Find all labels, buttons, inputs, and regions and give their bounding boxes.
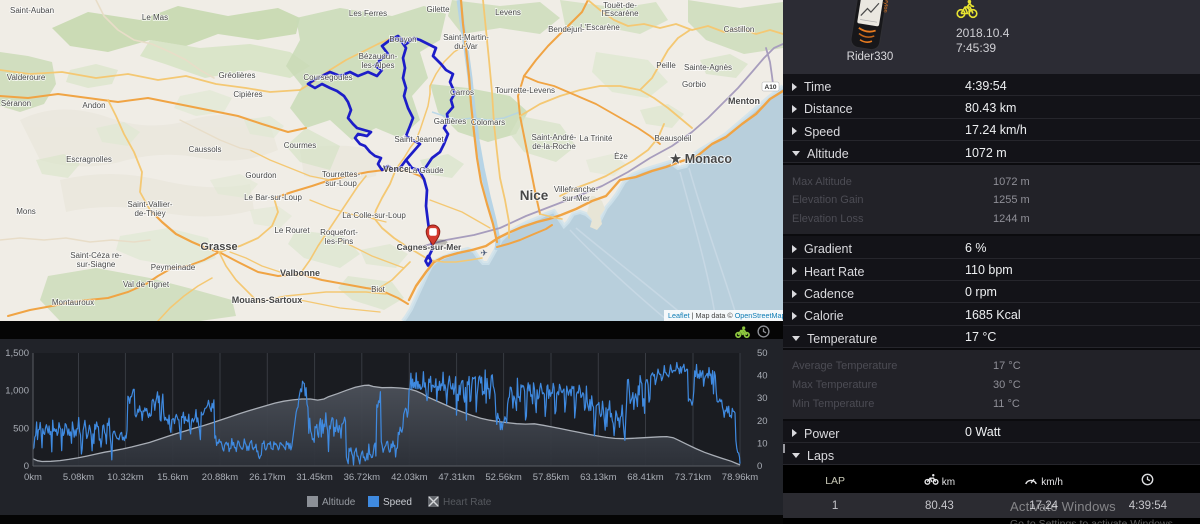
svg-text:57.85km: 57.85km xyxy=(533,472,570,483)
svg-text:63.13km: 63.13km xyxy=(580,472,617,483)
svg-text:Gorbio: Gorbio xyxy=(682,80,707,89)
svg-text:Bouyon: Bouyon xyxy=(389,35,416,44)
svg-text:Valderoure: Valderoure xyxy=(7,73,46,82)
svg-text:Cipières: Cipières xyxy=(233,90,262,99)
svg-text:Saint-Martin-: Saint-Martin- xyxy=(443,33,489,42)
svg-text:Biot: Biot xyxy=(371,285,386,294)
svg-text:Menton: Menton xyxy=(728,96,760,106)
svg-text:Leaflet | Map data © OpenStree: Leaflet | Map data © OpenStreetMap xyxy=(668,311,783,320)
svg-text:15.6km: 15.6km xyxy=(157,472,188,483)
svg-text:Gilette: Gilette xyxy=(426,5,450,14)
svg-text:Séranon: Séranon xyxy=(1,99,31,108)
svg-text:Gréolières: Gréolières xyxy=(219,71,256,80)
svg-text:42.03km: 42.03km xyxy=(391,472,428,483)
svg-text:Peymeinade: Peymeinade xyxy=(151,263,196,272)
svg-text:Roquefort-: Roquefort- xyxy=(320,228,358,237)
svg-text:sur-Mer: sur-Mer xyxy=(562,194,590,203)
svg-text:Mouans-Sartoux: Mouans-Sartoux xyxy=(232,295,303,305)
svg-text:Carros: Carros xyxy=(450,88,474,97)
svg-text:Gourdon: Gourdon xyxy=(245,171,276,180)
svg-text:Escragnolles: Escragnolles xyxy=(66,155,112,164)
svg-text:Bendejun: Bendejun xyxy=(548,25,582,34)
svg-text:Tourrettes-: Tourrettes- xyxy=(322,170,361,179)
svg-text:La Gaude: La Gaude xyxy=(408,166,444,175)
svg-text:l'Escarène: l'Escarène xyxy=(601,9,639,18)
svg-text:Levens: Levens xyxy=(495,8,521,17)
svg-text:Tourrette-Levens: Tourrette-Levens xyxy=(495,86,555,95)
svg-text:0: 0 xyxy=(757,461,762,472)
svg-text:26.17km: 26.17km xyxy=(249,472,286,483)
svg-text:Castillon: Castillon xyxy=(724,25,755,34)
svg-text:30: 30 xyxy=(757,393,768,404)
svg-text:Le Bar-sur-Loup: Le Bar-sur-Loup xyxy=(244,193,302,202)
svg-text:Heart Rate: Heart Rate xyxy=(443,497,492,508)
svg-text:✈: ✈ xyxy=(480,248,488,258)
svg-text:Gattières: Gattières xyxy=(434,117,466,126)
svg-text:Courmes: Courmes xyxy=(284,141,316,150)
svg-text:Saint-Jeannet: Saint-Jeannet xyxy=(394,135,444,144)
svg-text:Valbonne: Valbonne xyxy=(280,268,320,278)
svg-text:Èze: Èze xyxy=(614,152,628,161)
svg-text:sur-Loup: sur-Loup xyxy=(325,179,357,188)
svg-text:Grasse: Grasse xyxy=(200,241,237,253)
svg-text:36.72km: 36.72km xyxy=(344,472,381,483)
svg-text:Altitude: Altitude xyxy=(322,497,356,508)
svg-text:Le Mas: Le Mas xyxy=(142,13,168,22)
svg-text:les-Pins: les-Pins xyxy=(325,237,353,246)
svg-text:Le Rouret: Le Rouret xyxy=(274,226,310,235)
svg-text:500: 500 xyxy=(13,423,29,434)
svg-text:La Colle-sur-Loup: La Colle-sur-Loup xyxy=(342,211,406,220)
svg-text:★ Monaco: ★ Monaco xyxy=(670,152,732,166)
svg-text:Val de Tignet: Val de Tignet xyxy=(123,280,170,289)
svg-text:0km: 0km xyxy=(24,472,42,483)
svg-text:31.45km: 31.45km xyxy=(296,472,333,483)
svg-text:52.56km: 52.56km xyxy=(485,472,522,483)
svg-text:L'Escarène: L'Escarène xyxy=(580,23,620,32)
svg-text:Les Ferres: Les Ferres xyxy=(349,9,387,18)
svg-text:du-Var: du-Var xyxy=(454,42,478,51)
svg-text:Coursegoules: Coursegoules xyxy=(303,73,352,82)
svg-text:Saint-Céza re-: Saint-Céza re- xyxy=(70,251,122,260)
svg-text:Nice: Nice xyxy=(520,188,549,203)
svg-text:Sainte-Agnès: Sainte-Agnès xyxy=(684,63,732,72)
svg-text:20.88km: 20.88km xyxy=(202,472,239,483)
svg-text:de-la-Roche: de-la-Roche xyxy=(532,142,576,151)
svg-text:1,500: 1,500 xyxy=(5,348,29,359)
svg-text:A10: A10 xyxy=(765,84,777,91)
svg-text:les-Alpes: les-Alpes xyxy=(362,61,395,70)
svg-text:Colomars: Colomars xyxy=(471,118,505,127)
svg-text:sur-Siagne: sur-Siagne xyxy=(77,260,116,269)
svg-text:Beausoleil: Beausoleil xyxy=(655,134,692,143)
svg-text:Andon: Andon xyxy=(82,101,105,110)
svg-text:0: 0 xyxy=(24,461,29,472)
svg-text:Mons: Mons xyxy=(16,207,36,216)
svg-text:de-Thiey: de-Thiey xyxy=(134,209,165,218)
svg-text:68.41km: 68.41km xyxy=(627,472,664,483)
svg-text:73.71km: 73.71km xyxy=(675,472,712,483)
svg-text:5.08km: 5.08km xyxy=(63,472,94,483)
svg-text:Peille: Peille xyxy=(656,61,676,70)
svg-text:Cagnes-sur-Mer: Cagnes-sur-Mer xyxy=(397,242,462,252)
svg-text:10: 10 xyxy=(757,438,768,449)
svg-text:Speed: Speed xyxy=(383,497,412,508)
svg-text:Saint-Vallier-: Saint-Vallier- xyxy=(127,200,173,209)
svg-text:78.96km: 78.96km xyxy=(722,472,759,483)
svg-text:Saint-André-: Saint-André- xyxy=(532,133,577,142)
svg-text:Bézaudun-: Bézaudun- xyxy=(359,52,398,61)
svg-text:La Trinité: La Trinité xyxy=(580,134,613,143)
svg-text:20: 20 xyxy=(757,416,768,427)
svg-text:Saint-Auban: Saint-Auban xyxy=(10,6,54,15)
svg-text:Montauroux: Montauroux xyxy=(52,298,94,307)
svg-text:1,000: 1,000 xyxy=(5,386,29,397)
svg-text:50: 50 xyxy=(757,348,768,359)
svg-text:40: 40 xyxy=(757,371,768,382)
svg-text:Vence: Vence xyxy=(383,164,409,174)
svg-text:Caussols: Caussols xyxy=(189,145,222,154)
svg-text:47.31km: 47.31km xyxy=(438,472,475,483)
svg-text:Villefranche-: Villefranche- xyxy=(554,185,599,194)
svg-text:10.32km: 10.32km xyxy=(107,472,144,483)
